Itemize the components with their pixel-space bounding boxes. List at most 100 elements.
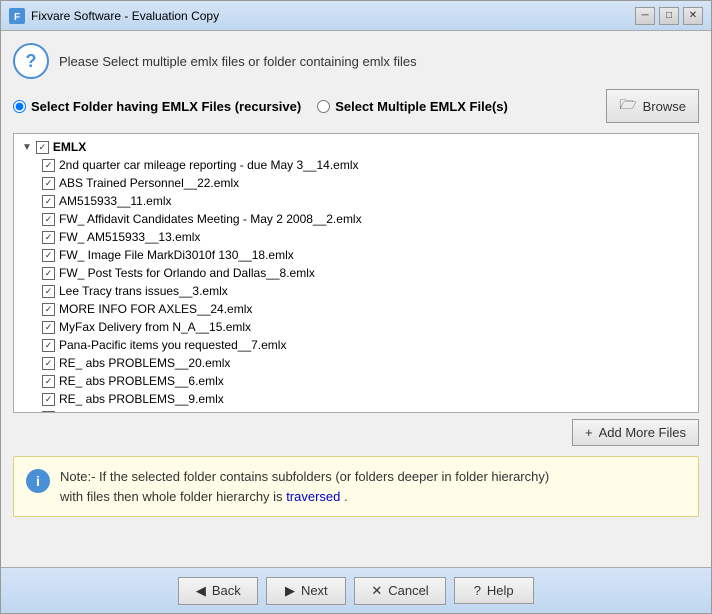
- tree-file-item[interactable]: ✓ Re_ AM515933__21.emlx: [18, 408, 694, 413]
- note-highlight: traversed: [286, 489, 340, 504]
- tree-file-item[interactable]: ✓ 2nd quarter car mileage reporting - du…: [18, 156, 694, 174]
- minimize-button[interactable]: ─: [635, 7, 655, 25]
- file-label-5: FW_ Image File MarkDi3010f 130__18.emlx: [59, 248, 294, 262]
- svg-text:F: F: [14, 12, 20, 23]
- restore-button[interactable]: □: [659, 7, 679, 25]
- tree-file-item[interactable]: ✓ FW_ AM515933__13.emlx: [18, 228, 694, 246]
- file-checkbox-14[interactable]: ✓: [42, 411, 55, 414]
- note-line1: Note:- If the selected folder contains s…: [60, 469, 549, 484]
- options-row: Select Folder having EMLX Files (recursi…: [13, 89, 699, 123]
- radio-group: Select Folder having EMLX Files (recursi…: [13, 99, 508, 114]
- title-bar: F Fixvare Software - Evaluation Copy ─ □…: [1, 1, 711, 31]
- file-label-8: MORE INFO FOR AXLES__24.emlx: [59, 302, 252, 316]
- file-label-14: Re_ AM515933__21.emlx: [59, 410, 197, 413]
- file-checkbox-12[interactable]: ✓: [42, 375, 55, 388]
- add-more-row: + Add More Files: [13, 419, 699, 446]
- file-checkbox-13[interactable]: ✓: [42, 393, 55, 406]
- cancel-icon: ✕: [371, 583, 382, 599]
- tree-file-item[interactable]: ✓ MyFax Delivery from N_A__15.emlx: [18, 318, 694, 336]
- tree-file-item[interactable]: ✓ Pana-Pacific items you requested__7.em…: [18, 336, 694, 354]
- file-checkbox-9[interactable]: ✓: [42, 321, 55, 334]
- tree-file-item[interactable]: ✓ FW_ Image File MarkDi3010f 130__18.eml…: [18, 246, 694, 264]
- file-label-7: Lee Tracy trans issues__3.emlx: [59, 284, 228, 298]
- next-button[interactable]: ▶ Next: [266, 577, 346, 605]
- footer: ◀ Back ▶ Next ✕ Cancel ? Help: [1, 567, 711, 613]
- file-label-11: RE_ abs PROBLEMS__20.emlx: [59, 356, 230, 370]
- window-content: ? Please Select multiple emlx files or f…: [1, 31, 711, 567]
- file-checkbox-6[interactable]: ✓: [42, 267, 55, 280]
- title-controls: ─ □ ✕: [635, 7, 703, 25]
- header-text: Please Select multiple emlx files or fol…: [59, 54, 417, 69]
- collapse-icon: ▼: [22, 142, 32, 153]
- file-checkbox-7[interactable]: ✓: [42, 285, 55, 298]
- file-tree: ▼ ✓ EMLX ✓ 2nd quarter car mileage repor…: [14, 134, 698, 413]
- note-info-icon: i: [26, 469, 50, 493]
- tree-file-item[interactable]: ✓ FW_ Post Tests for Orlando and Dallas_…: [18, 264, 694, 282]
- file-checkbox-3[interactable]: ✓: [42, 213, 55, 226]
- next-label: Next: [301, 583, 328, 598]
- browse-label: Browse: [643, 99, 686, 114]
- back-label: Back: [212, 583, 241, 598]
- note-text: Note:- If the selected folder contains s…: [60, 467, 549, 506]
- app-icon: F: [9, 8, 25, 24]
- note-line2-end: .: [344, 489, 348, 504]
- cancel-button[interactable]: ✕ Cancel: [354, 577, 445, 605]
- back-icon: ◀: [196, 583, 206, 599]
- cancel-label: Cancel: [388, 583, 428, 598]
- next-icon: ▶: [285, 583, 295, 599]
- browse-icon: 🗁: [619, 94, 636, 118]
- close-button[interactable]: ✕: [683, 7, 703, 25]
- help-icon: ?: [474, 583, 481, 598]
- tree-file-item[interactable]: ✓ AM515933__11.emlx: [18, 192, 694, 210]
- file-checkbox-1[interactable]: ✓: [42, 177, 55, 190]
- file-label-10: Pana-Pacific items you requested__7.emlx: [59, 338, 286, 352]
- note-line2-start: with files then whole folder hierarchy i…: [60, 489, 283, 504]
- file-tree-container[interactable]: ▼ ✓ EMLX ✓ 2nd quarter car mileage repor…: [13, 133, 699, 413]
- root-checkbox[interactable]: ✓: [36, 141, 49, 154]
- add-more-button[interactable]: + Add More Files: [572, 419, 699, 446]
- header-row: ? Please Select multiple emlx files or f…: [13, 43, 699, 79]
- tree-root-item[interactable]: ▼ ✓ EMLX: [18, 138, 694, 156]
- add-more-icon: +: [585, 425, 593, 440]
- window-title: Fixvare Software - Evaluation Copy: [31, 9, 635, 23]
- file-checkbox-2[interactable]: ✓: [42, 195, 55, 208]
- file-label-6: FW_ Post Tests for Orlando and Dallas__8…: [59, 266, 315, 280]
- back-button[interactable]: ◀ Back: [178, 577, 258, 605]
- note-box: i Note:- If the selected folder contains…: [13, 456, 699, 517]
- tree-file-item[interactable]: ✓ FW_ Affidavit Candidates Meeting - May…: [18, 210, 694, 228]
- file-label-9: MyFax Delivery from N_A__15.emlx: [59, 320, 251, 334]
- file-checkbox-4[interactable]: ✓: [42, 231, 55, 244]
- help-button[interactable]: ? Help: [454, 577, 534, 604]
- help-icon: ?: [13, 43, 49, 79]
- tree-file-item[interactable]: ✓ RE_ abs PROBLEMS__6.emlx: [18, 372, 694, 390]
- file-checkbox-11[interactable]: ✓: [42, 357, 55, 370]
- file-items-container: ✓ 2nd quarter car mileage reporting - du…: [18, 156, 694, 413]
- add-more-label: Add More Files: [599, 425, 686, 440]
- radio-files[interactable]: [317, 100, 330, 113]
- radio-folder[interactable]: [13, 100, 26, 113]
- radio-folder-label[interactable]: Select Folder having EMLX Files (recursi…: [13, 99, 301, 114]
- file-label-2: AM515933__11.emlx: [59, 194, 172, 208]
- tree-file-item[interactable]: ✓ ABS Trained Personnel__22.emlx: [18, 174, 694, 192]
- file-checkbox-5[interactable]: ✓: [42, 249, 55, 262]
- file-checkbox-8[interactable]: ✓: [42, 303, 55, 316]
- radio-files-text: Select Multiple EMLX File(s): [335, 99, 508, 114]
- tree-file-item[interactable]: ✓ RE_ abs PROBLEMS__9.emlx: [18, 390, 694, 408]
- help-label: Help: [487, 583, 514, 598]
- file-checkbox-0[interactable]: ✓: [42, 159, 55, 172]
- radio-files-label[interactable]: Select Multiple EMLX File(s): [317, 99, 508, 114]
- main-window: F Fixvare Software - Evaluation Copy ─ □…: [0, 0, 712, 614]
- file-checkbox-10[interactable]: ✓: [42, 339, 55, 352]
- radio-folder-text: Select Folder having EMLX Files (recursi…: [31, 99, 301, 114]
- root-label: EMLX: [53, 140, 86, 154]
- file-label-3: FW_ Affidavit Candidates Meeting - May 2…: [59, 212, 362, 226]
- file-label-4: FW_ AM515933__13.emlx: [59, 230, 200, 244]
- tree-file-item[interactable]: ✓ Lee Tracy trans issues__3.emlx: [18, 282, 694, 300]
- tree-file-item[interactable]: ✓ RE_ abs PROBLEMS__20.emlx: [18, 354, 694, 372]
- tree-file-item[interactable]: ✓ MORE INFO FOR AXLES__24.emlx: [18, 300, 694, 318]
- file-label-12: RE_ abs PROBLEMS__6.emlx: [59, 374, 224, 388]
- file-label-0: 2nd quarter car mileage reporting - due …: [59, 158, 359, 172]
- file-label-13: RE_ abs PROBLEMS__9.emlx: [59, 392, 224, 406]
- file-label-1: ABS Trained Personnel__22.emlx: [59, 176, 239, 190]
- browse-button[interactable]: 🗁 Browse: [606, 89, 699, 123]
